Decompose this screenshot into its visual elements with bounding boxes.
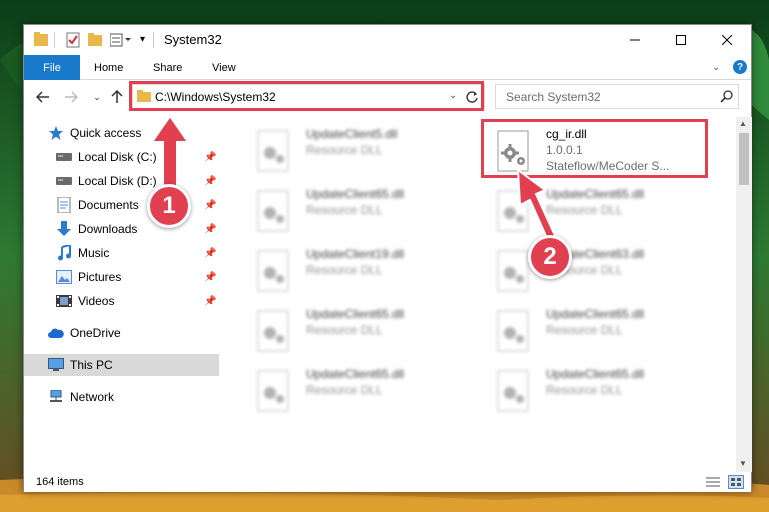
tab-file[interactable]: File bbox=[24, 55, 80, 80]
file-tile[interactable]: UpdateClient65.dll Resource DLL bbox=[486, 183, 716, 241]
pin-icon[interactable]: 📌 bbox=[204, 224, 216, 235]
star-icon bbox=[48, 125, 64, 141]
file-tile[interactable]: UpdateClient65.dll Resource DLL bbox=[246, 363, 476, 421]
dll-gear-icon bbox=[497, 190, 529, 232]
recent-locations-icon[interactable]: ⌄ bbox=[88, 88, 106, 106]
step-1-badge: 1 bbox=[147, 184, 191, 228]
tab-view[interactable]: View bbox=[212, 55, 236, 80]
tab-share[interactable]: Share bbox=[153, 55, 182, 80]
drive-icon bbox=[56, 173, 72, 189]
dll-gear-icon bbox=[257, 250, 289, 292]
folder-icon bbox=[34, 32, 48, 48]
sidebar-item-local-disk-c[interactable]: Local Disk (C:) 📌 bbox=[24, 146, 219, 168]
maximize-icon bbox=[676, 35, 686, 45]
documents-icon bbox=[56, 197, 72, 213]
network-icon bbox=[48, 389, 64, 405]
sidebar-item-this-pc[interactable]: This PC bbox=[24, 354, 219, 376]
close-button[interactable] bbox=[704, 25, 750, 55]
file-tile[interactable]: UpdateClient65.dll Resource DLL bbox=[246, 183, 476, 241]
back-button[interactable] bbox=[34, 88, 52, 106]
scrollbar-thumb[interactable] bbox=[739, 133, 749, 185]
customize-toolbar-icon[interactable]: ▾ bbox=[140, 34, 145, 50]
sidebar-item-quick-access[interactable]: Quick access bbox=[24, 122, 219, 144]
expand-ribbon-icon[interactable]: ⌄ bbox=[712, 55, 720, 80]
search-icon[interactable] bbox=[720, 90, 733, 106]
search-placeholder[interactable]: Search System32 bbox=[506, 90, 601, 104]
dll-gear-icon bbox=[257, 130, 289, 172]
dll-gear-icon bbox=[257, 370, 289, 412]
vertical-scrollbar[interactable]: ▲ ▼ bbox=[736, 117, 752, 472]
tiles-view-icon[interactable] bbox=[728, 475, 744, 489]
dll-gear-icon bbox=[497, 310, 529, 352]
sidebar-item-pictures[interactable]: Pictures 📌 bbox=[24, 266, 219, 288]
download-icon bbox=[56, 221, 72, 237]
help-icon[interactable]: ? bbox=[733, 60, 747, 74]
file-tile[interactable]: UpdateClient65.dll Resource DLL bbox=[486, 363, 716, 421]
scroll-up-icon[interactable]: ▲ bbox=[739, 119, 747, 128]
new-folder-icon[interactable] bbox=[88, 32, 102, 48]
music-icon bbox=[56, 245, 72, 261]
pin-icon[interactable]: 📌 bbox=[204, 200, 216, 211]
up-button[interactable] bbox=[108, 88, 126, 106]
cloud-icon bbox=[48, 325, 64, 341]
minimize-icon bbox=[630, 39, 640, 41]
properties-icon[interactable] bbox=[66, 32, 80, 48]
sidebar-item-music[interactable]: Music 📌 bbox=[24, 242, 219, 264]
dll-gear-icon bbox=[257, 310, 289, 352]
pin-icon[interactable]: 📌 bbox=[204, 248, 216, 259]
ribbon: File Home Share View ⌄ ? bbox=[24, 55, 751, 80]
file-tile[interactable]: UpdateClient63.dll Resource DLL bbox=[486, 243, 716, 301]
sidebar-item-local-disk-d[interactable]: Local Disk (D:) 📌 bbox=[24, 170, 219, 192]
sidebar-item-downloads[interactable]: Downloads 📌 bbox=[24, 218, 219, 240]
pin-icon[interactable]: 📌 bbox=[204, 296, 216, 307]
dll-gear-icon bbox=[257, 190, 289, 232]
tab-home[interactable]: Home bbox=[94, 55, 123, 80]
pin-icon[interactable]: 📌 bbox=[204, 152, 216, 163]
item-count: 164 items bbox=[36, 476, 84, 488]
scroll-down-icon[interactable]: ▼ bbox=[739, 459, 747, 468]
forward-button[interactable] bbox=[62, 88, 80, 106]
file-tile[interactable]: UpdateClient5.dll Resource DLL bbox=[246, 123, 476, 181]
details-view-icon[interactable] bbox=[706, 476, 720, 491]
file-tile[interactable]: UpdateClient65.dll Resource DLL bbox=[246, 303, 476, 361]
close-icon bbox=[722, 35, 732, 45]
computer-icon bbox=[48, 357, 64, 373]
maximize-button[interactable] bbox=[658, 25, 704, 55]
step-2-badge: 2 bbox=[528, 235, 572, 279]
pin-icon[interactable]: 📌 bbox=[204, 176, 216, 187]
window-title: System32 bbox=[164, 32, 222, 47]
sidebar-item-videos[interactable]: Videos 📌 bbox=[24, 290, 219, 312]
address-bar-highlight bbox=[129, 81, 484, 111]
drive-icon bbox=[56, 149, 72, 165]
forward-arrow-icon bbox=[65, 91, 78, 103]
file-tile[interactable]: UpdateClient19.dll Resource DLL bbox=[246, 243, 476, 301]
sidebar-item-network[interactable]: Network bbox=[24, 386, 219, 408]
file-highlight bbox=[481, 119, 708, 178]
pin-icon[interactable]: 📌 bbox=[204, 272, 216, 283]
status-bar: 164 items bbox=[24, 472, 751, 492]
title-bar: ▾ System32 bbox=[24, 25, 751, 55]
search-box[interactable]: Search System32 bbox=[495, 84, 739, 109]
back-arrow-icon bbox=[36, 91, 49, 103]
navigation-pane: Quick access Local Disk (C:) 📌 Local Dis… bbox=[24, 117, 219, 472]
file-tile[interactable]: UpdateClient65.dll Resource DLL bbox=[486, 303, 716, 361]
videos-icon bbox=[56, 293, 72, 309]
sidebar-item-onedrive[interactable]: OneDrive bbox=[24, 322, 219, 344]
view-icon[interactable] bbox=[109, 32, 132, 48]
pictures-icon bbox=[56, 269, 72, 285]
up-arrow-icon bbox=[111, 90, 123, 103]
minimize-button[interactable] bbox=[612, 25, 658, 55]
dll-gear-icon bbox=[497, 370, 529, 412]
